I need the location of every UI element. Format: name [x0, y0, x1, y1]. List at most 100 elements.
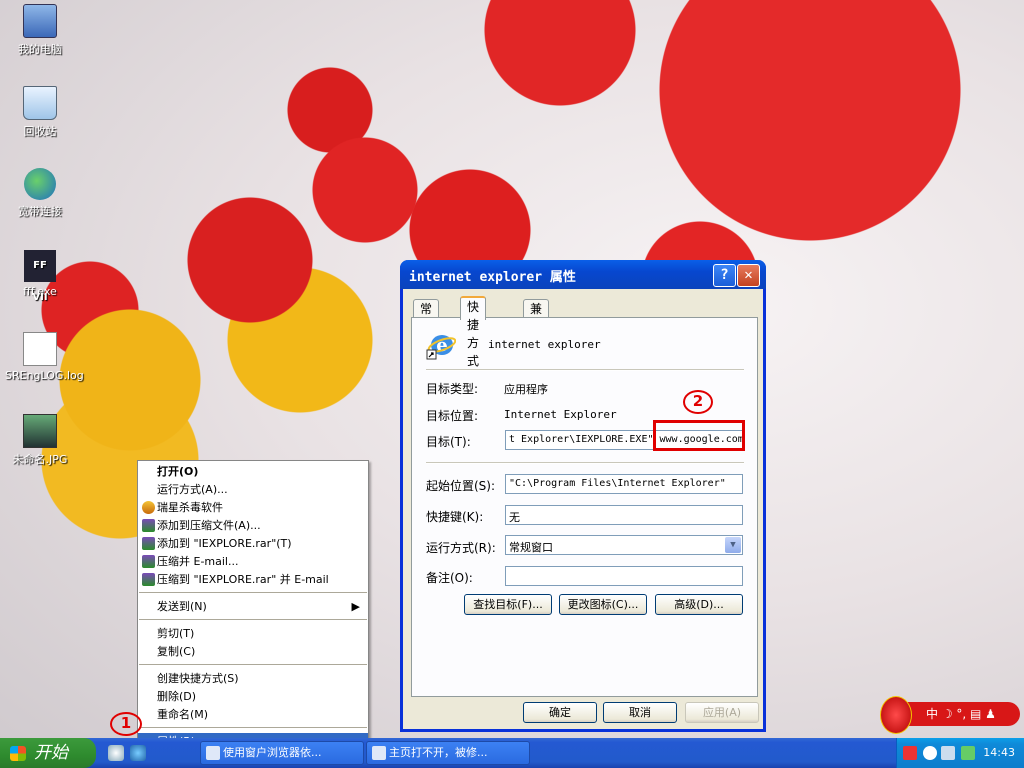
target-type-label: 目标类型: [426, 382, 479, 396]
separator [426, 462, 744, 464]
target-label: 目标(T): [426, 435, 471, 449]
system-tray: 14:43 [896, 738, 1024, 768]
shortcut-panel: e internet explorer 目标类型: 应用程序 目标位置: Int… [411, 317, 758, 697]
menu-item-copy[interactable]: 复制(C) [138, 643, 368, 661]
window-icon [206, 746, 220, 760]
target-location-value: Internet Explorer [504, 408, 617, 421]
menu-separator [139, 592, 367, 593]
desktop-icon-jpg[interactable]: 未命名.JPG [5, 414, 75, 467]
ff7-app-icon: FF VII [24, 250, 56, 303]
comment-label: 备注(O): [426, 571, 473, 585]
menu-item-label: 添加到 "IEXPLORE.rar"(T) [157, 537, 292, 550]
tab-shortcut[interactable]: 快捷方式 [460, 296, 487, 368]
show-desktop-icon[interactable] [108, 745, 124, 761]
network-connection-icon [24, 168, 56, 200]
hotkey-input[interactable]: 无 [505, 505, 743, 525]
window-icon [372, 746, 386, 760]
taskbar-item-window-2[interactable]: 主页打不开，被修... [366, 741, 530, 765]
target-type-value: 应用程序 [504, 383, 548, 396]
desktop-icon-label: 回收站 [23, 125, 57, 138]
menu-item-delete[interactable]: 删除(D) [138, 688, 368, 706]
menu-item-open[interactable]: 打开(O) [138, 463, 368, 481]
winrar-icon [142, 537, 155, 550]
taskbar-item-label: 主页打不开，被修... [389, 746, 488, 759]
chevron-down-icon[interactable]: ▼ [725, 537, 741, 553]
shortcut-name: internet explorer [488, 338, 601, 351]
run-label: 运行方式(R): [426, 541, 496, 555]
clock[interactable]: 14:43 [983, 738, 1015, 768]
image-file-icon [23, 414, 57, 448]
network-icon[interactable] [941, 746, 955, 760]
chevron-right-icon: ▶ [351, 600, 360, 613]
tab-compatibility[interactable]: 兼容性 [523, 299, 550, 352]
comment-input[interactable] [505, 566, 743, 586]
internet-explorer-quicklaunch-icon[interactable] [130, 745, 146, 761]
security-shield-icon[interactable] [961, 746, 975, 760]
menu-item-label: 添加到压缩文件(A)... [157, 519, 261, 532]
target-location-label: 目标位置: [426, 409, 479, 423]
internet-explorer-icon: e [426, 330, 457, 360]
menu-separator [139, 664, 367, 665]
winrar-icon [142, 573, 155, 586]
menu-item-compress-email[interactable]: 压缩并 E-mail... [138, 553, 368, 571]
menu-item-add-archive[interactable]: 添加到压缩文件(A)... [138, 517, 368, 535]
apply-button[interactable]: 应用(A) [685, 702, 759, 723]
lantern-icon [880, 696, 912, 734]
taskbar-item-window-1[interactable]: 使用窗户浏览器依... [200, 741, 364, 765]
desktop-icon-broadband[interactable]: 宽带连接 [5, 168, 75, 219]
desktop-icon-fff[interactable]: FF VII fff.exe [5, 250, 75, 303]
rising-antivirus-icon [142, 501, 155, 514]
desktop-icon-label: 我的电脑 [18, 43, 62, 56]
menu-item-label: 运行方式(A)... [157, 483, 228, 496]
language-bar[interactable]: 中 ☽ °, ▤ ♟ [880, 696, 1020, 734]
change-icon-button[interactable]: 更改图标(C)... [559, 594, 647, 615]
desktop-icon-recycle-bin[interactable]: 回收站 [5, 86, 75, 139]
advanced-button[interactable]: 高级(D)... [655, 594, 743, 615]
taskbar-item-label: 使用窗户浏览器依... [223, 746, 322, 759]
start-in-label: 起始位置(S): [426, 479, 496, 493]
menu-item-run-as[interactable]: 运行方式(A)... [138, 481, 368, 499]
menu-item-compress-rar-email[interactable]: 压缩到 "IEXPLORE.rar" 并 E-mail [138, 571, 368, 589]
chevron-left-icon[interactable] [923, 746, 937, 760]
cancel-button[interactable]: 取消 [603, 702, 677, 723]
taskbar: 开始 使用窗户浏览器依... 主页打不开，被修... 14:43 [0, 738, 1024, 768]
menu-item-label: 剪切(T) [157, 627, 195, 640]
run-select[interactable]: 常规窗口 ▼ [505, 535, 743, 555]
start-button[interactable]: 开始 [0, 738, 96, 768]
menu-item-send-to[interactable]: 发送到(N) ▶ [138, 598, 368, 616]
menu-item-label: 打开(O) [157, 465, 199, 478]
menu-item-rename[interactable]: 重命名(M) [138, 706, 368, 724]
annotation-mark-1: 1 [110, 712, 142, 736]
menu-item-create-shortcut[interactable]: 创建快捷方式(S) [138, 670, 368, 688]
menu-item-rising-antivirus[interactable]: 瑞星杀毒软件 [138, 499, 368, 517]
close-button[interactable]: ✕ [737, 264, 760, 287]
start-in-input[interactable]: "C:\Program Files\Internet Explorer" [505, 474, 743, 494]
desktop-icon-log[interactable]: SREngLOG.log [5, 332, 84, 382]
tab-general[interactable]: 常规 [413, 299, 440, 334]
menu-item-label: 复制(C) [157, 645, 196, 658]
annotation-highlight-box [653, 420, 745, 451]
dialog-title: internet explorer 属性 [409, 270, 576, 285]
dialog-titlebar[interactable]: internet explorer 属性 ? ✕ [400, 260, 766, 289]
menu-item-label: 压缩并 E-mail... [157, 555, 239, 568]
text-file-icon [23, 332, 57, 366]
desktop-icon-label: 宽带连接 [18, 205, 62, 218]
windows-logo-icon [10, 746, 26, 761]
properties-dialog: internet explorer 属性 ? ✕ 常规 快捷方式 兼容性 e i… [400, 260, 766, 732]
hotkey-label: 快捷键(K): [426, 510, 484, 524]
context-menu: 打开(O) 运行方式(A)... 瑞星杀毒软件 添加到压缩文件(A)... 添加… [137, 460, 369, 754]
menu-item-label: 重命名(M) [157, 708, 209, 721]
desktop-icon-my-computer[interactable]: 我的电脑 [5, 4, 75, 57]
ime-status: 中 ☽ °, ▤ ♟ [926, 707, 996, 721]
menu-item-label: 发送到(N) [157, 600, 207, 613]
menu-separator [139, 619, 367, 620]
find-target-button[interactable]: 查找目标(F)... [464, 594, 552, 615]
sogou-input-icon[interactable] [903, 746, 917, 760]
run-select-value: 常规窗口 [509, 541, 553, 554]
recycle-bin-icon [23, 86, 57, 120]
menu-item-add-to-rar[interactable]: 添加到 "IEXPLORE.rar"(T) [138, 535, 368, 553]
menu-item-cut[interactable]: 剪切(T) [138, 625, 368, 643]
help-button[interactable]: ? [713, 264, 736, 287]
ok-button[interactable]: 确定 [523, 702, 597, 723]
menu-item-label: 压缩到 "IEXPLORE.rar" 并 E-mail [157, 573, 329, 586]
